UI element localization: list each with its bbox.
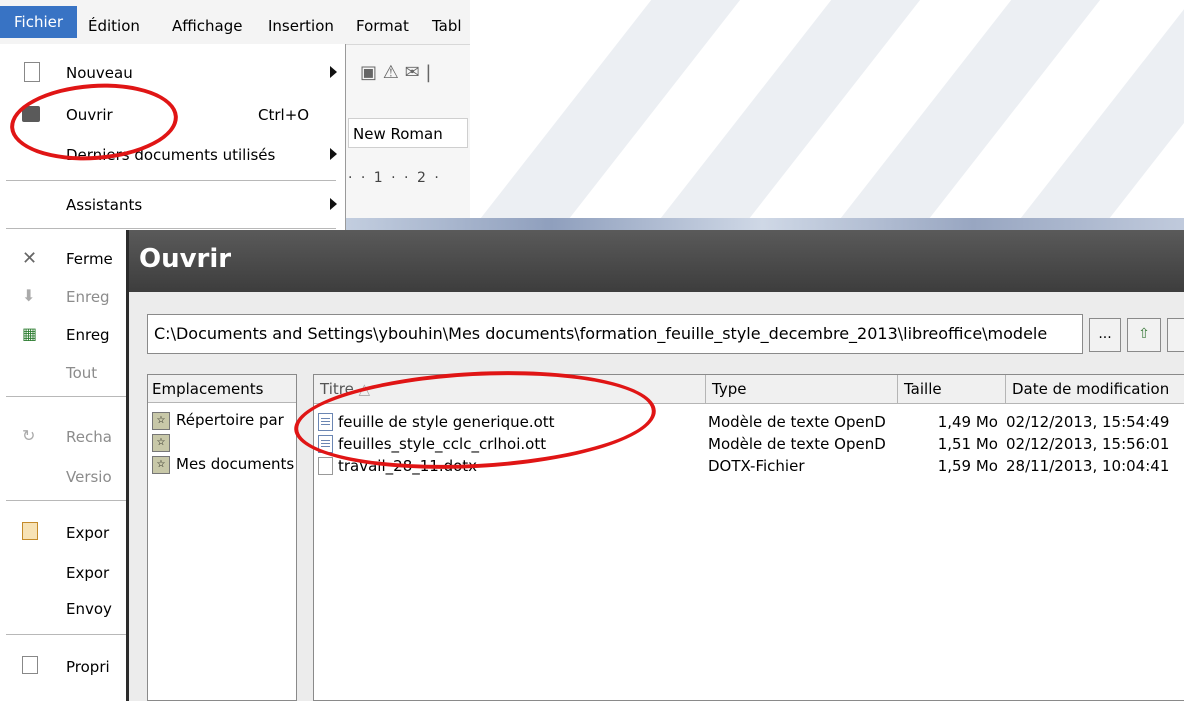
- column-type[interactable]: Type: [706, 375, 898, 403]
- place-item[interactable]: ☆ Répertoire par: [152, 411, 284, 433]
- menu-affichage[interactable]: Affichage: [172, 17, 242, 35]
- file-date: 02/12/2013, 15:54:49: [1006, 413, 1170, 431]
- place-label: Mes documents: [176, 455, 295, 473]
- places-header: Emplacements: [148, 375, 296, 403]
- dialog-titlebar: Ouvrir: [129, 230, 1184, 292]
- export-icon: [22, 522, 38, 540]
- menu-item-label: Enreg: [66, 326, 110, 344]
- places-panel: Emplacements ☆ Répertoire par ☆ ☆ Mes docu…: [147, 374, 297, 701]
- ruler: · · 1 · · 2 ·: [348, 170, 441, 186]
- menu-format[interactable]: Format: [356, 17, 409, 35]
- submenu-arrow-icon: [330, 66, 337, 78]
- menu-item-assistants[interactable]: Assistants: [0, 186, 345, 224]
- browse-button[interactable]: ...: [1089, 318, 1121, 352]
- menu-item-label: Assistants: [66, 196, 143, 214]
- column-size[interactable]: Taille: [898, 375, 1006, 403]
- properties-icon: [22, 656, 38, 674]
- column-date[interactable]: Date de modification: [1006, 375, 1184, 403]
- file-date: 28/11/2013, 10:04:41: [1006, 457, 1170, 475]
- file-size: 1,51 Mo: [937, 435, 998, 453]
- menu-edition[interactable]: Édition: [88, 17, 140, 35]
- submenu-arrow-icon: [330, 148, 337, 160]
- document-icon: [318, 457, 333, 475]
- menu-fichier[interactable]: Fichier: [0, 6, 78, 38]
- open-dialog: Ouvrir C:\Documents and Settings\ybouhin…: [126, 230, 1184, 701]
- up-folder-icon: ⇧: [1138, 326, 1150, 342]
- menu-item-label: Tout: [66, 364, 98, 382]
- save-as-icon: ▦: [22, 324, 38, 343]
- up-folder-button[interactable]: ⇧: [1127, 318, 1161, 352]
- star-folder-icon: ☆: [152, 433, 170, 452]
- submenu-arrow-icon: [330, 198, 337, 210]
- menu-item-label: Versio: [66, 468, 112, 486]
- menu-item-shortcut: Ctrl+O: [258, 106, 310, 124]
- menu-item-nouveau[interactable]: Nouveau: [0, 54, 345, 92]
- file-type: Modèle de texte OpenD: [708, 435, 886, 453]
- font-name-box[interactable]: New Roman: [348, 118, 468, 148]
- place-label: Répertoire par: [176, 411, 284, 429]
- new-folder-button[interactable]: [1167, 318, 1184, 352]
- path-field[interactable]: C:\Documents and Settings\ybouhin\Mes do…: [147, 314, 1083, 354]
- file-size: 1,59 Mo: [937, 457, 998, 475]
- place-item[interactable]: ☆: [152, 433, 176, 455]
- file-size: 1,49 Mo: [937, 413, 998, 431]
- reload-icon: ↻: [22, 426, 36, 445]
- file-type: DOTX-Fichier: [708, 457, 805, 475]
- star-folder-icon: ☆: [152, 455, 170, 474]
- save-disabled-icon: ⬇: [22, 286, 36, 305]
- menu-item-label: Expor: [66, 524, 110, 542]
- new-document-icon: [24, 62, 40, 82]
- close-x-icon: ✕: [22, 248, 38, 269]
- menu-item-label: Nouveau: [66, 64, 133, 82]
- menu-item-label: Ferme: [66, 250, 113, 268]
- toolbar-icons: ▣ ⚠ ✉ |: [360, 62, 432, 83]
- menu-item-label: Recha: [66, 428, 112, 446]
- menu-bar: Fichier Édition Affichage Insertion Form…: [0, 0, 470, 45]
- file-date: 02/12/2013, 15:56:01: [1006, 435, 1170, 453]
- menu-insertion[interactable]: Insertion: [268, 17, 334, 35]
- place-item[interactable]: ☆ Mes documents: [152, 455, 294, 477]
- file-type: Modèle de texte OpenD: [708, 413, 886, 431]
- menu-separator: [6, 228, 336, 229]
- menu-item-label: Envoy: [66, 600, 112, 618]
- menu-item-label: Propri: [66, 658, 110, 676]
- menu-table[interactable]: Tabl: [432, 17, 462, 35]
- menu-separator: [6, 180, 336, 181]
- menu-item-label: Enreg: [66, 288, 110, 306]
- dialog-title: Ouvrir: [139, 244, 232, 274]
- menu-item-label: Expor: [66, 564, 110, 582]
- star-folder-icon: ☆: [152, 411, 170, 430]
